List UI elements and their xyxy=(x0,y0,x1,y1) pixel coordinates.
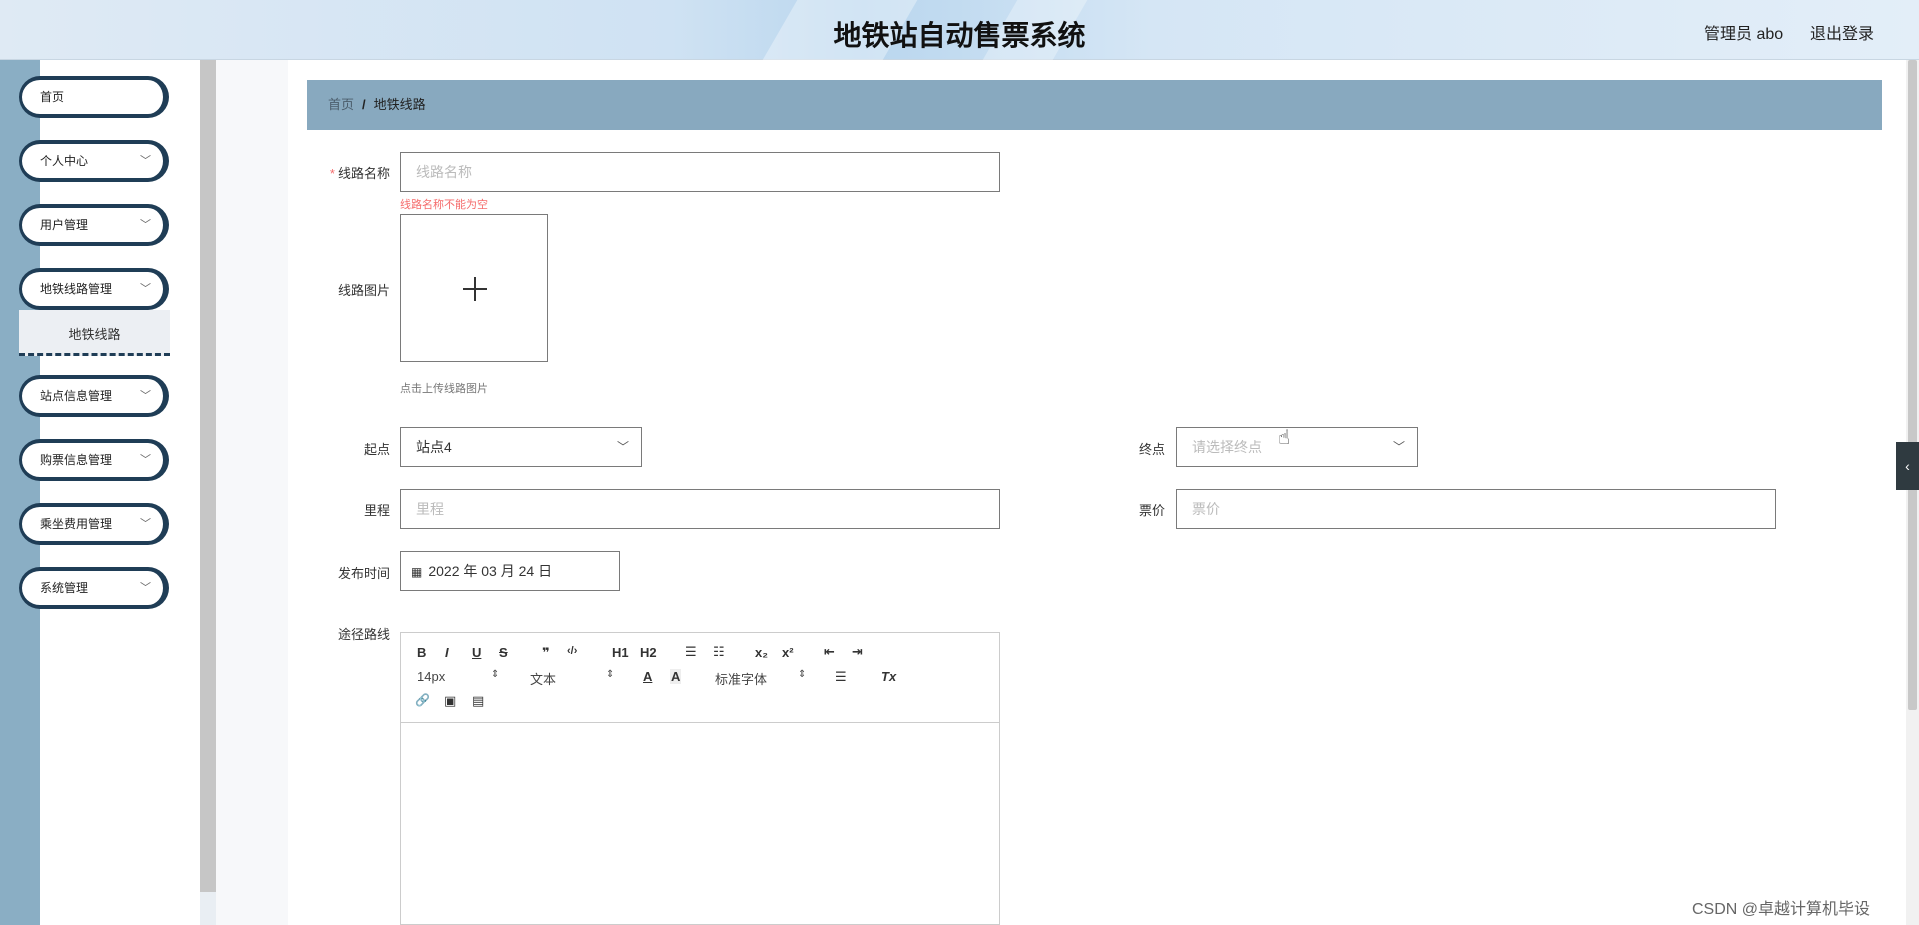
breadcrumb: 首页 / 地铁线路 xyxy=(307,80,1882,130)
end-label: 终点 xyxy=(1138,442,1165,457)
price-input[interactable]: 票价 xyxy=(1176,489,1776,529)
editor-content[interactable] xyxy=(401,723,999,923)
route-label: 途径路线 xyxy=(337,627,390,642)
publish-date-value: 2022 年 03 月 24 日 xyxy=(428,563,553,579)
end-select[interactable]: 请选择终点 ﹀ xyxy=(1176,427,1418,467)
font-color-icon[interactable]: A xyxy=(643,669,652,684)
sidebar-item-label: 购票信息管理 xyxy=(40,453,113,467)
mileage-input[interactable]: 里程 xyxy=(400,489,1000,529)
chevron-down-icon: ﹀ xyxy=(140,518,151,530)
rich-text-editor: B I U S ❞ ‹/› H1 H2 ☰ ☷ x₂ x² ⇤ ⇥ 14px ⇕… xyxy=(400,632,1000,925)
select-arrow-icon: ⇕ xyxy=(491,669,500,680)
logout-link[interactable]: 退出登录 xyxy=(1810,20,1874,44)
editor-toolbar: B I U S ❞ ‹/› H1 H2 ☰ ☷ x₂ x² ⇤ ⇥ 14px ⇕… xyxy=(401,633,999,723)
subscript-button[interactable]: x₂ xyxy=(755,645,768,660)
font-size-select[interactable]: 14px xyxy=(417,669,445,684)
sidebar-item-stations[interactable]: 站点信息管理 ﹀ xyxy=(19,375,169,417)
line-image-label: 线路图片 xyxy=(337,283,390,298)
upload-hint: 点击上传线路图片 xyxy=(400,383,488,395)
outdent-icon[interactable]: ⇤ xyxy=(824,644,835,660)
superscript-button[interactable]: x² xyxy=(782,645,794,660)
line-name-label: * 线路名称 xyxy=(310,163,390,182)
sidebar-item-label: 地铁线路管理 xyxy=(40,282,113,296)
quote-icon[interactable]: ❞ xyxy=(542,645,550,661)
sidebar-subitem-label: 地铁线路 xyxy=(68,327,121,342)
chevron-down-icon: ﹀ xyxy=(140,390,151,402)
font-family-select[interactable]: 标准字体 xyxy=(715,669,767,688)
chevron-down-icon: ﹀ xyxy=(140,454,151,466)
line-name-label-text: 线路名称 xyxy=(337,166,390,181)
end-select-placeholder: 请选择终点 xyxy=(1192,439,1262,455)
page-scrollbar-thumb[interactable] xyxy=(1908,60,1917,710)
italic-button[interactable]: I xyxy=(445,645,449,660)
font-size-value: 14px xyxy=(417,669,446,684)
breadcrumb-current: 地铁线路 xyxy=(373,97,426,112)
sidebar-subitem-subway-line[interactable]: 地铁线路 xyxy=(19,310,170,356)
chevron-down-icon: ﹀ xyxy=(140,219,151,231)
sidebar-item-label: 用户管理 xyxy=(40,218,89,232)
underline-button[interactable]: U xyxy=(472,645,481,660)
watermark: CSDN @卓越计算机毕设 xyxy=(1692,901,1871,918)
breadcrumb-separator: / xyxy=(362,97,366,112)
sidebar-item-users[interactable]: 用户管理 ﹀ xyxy=(19,204,169,246)
line-name-error: 线路名称不能为空 xyxy=(400,199,488,211)
sidebar-item-system[interactable]: 系统管理 ﹀ xyxy=(19,567,169,609)
bold-button[interactable]: B xyxy=(417,645,426,660)
chevron-down-icon: ﹀ xyxy=(140,582,151,594)
text-style-select[interactable]: 文本 xyxy=(530,669,556,688)
chevron-down-icon: ﹀ xyxy=(140,283,151,295)
sidebar-item-fares[interactable]: 乘坐费用管理 ﹀ xyxy=(19,503,169,545)
sidebar-item-label: 首页 xyxy=(40,90,65,104)
chevron-down-icon: ﹀ xyxy=(616,440,629,454)
start-select[interactable]: 站点4 ﹀ xyxy=(400,427,642,467)
select-arrow-icon: ⇕ xyxy=(798,669,807,680)
mileage-label: 里程 xyxy=(363,503,390,518)
ordered-list-icon[interactable]: ☰ xyxy=(685,644,697,660)
sidebar-item-label: 站点信息管理 xyxy=(40,389,113,403)
sidebar-item-label: 乘坐费用管理 xyxy=(40,517,113,531)
sidebar-stripe xyxy=(0,60,40,925)
chevron-down-icon: ﹀ xyxy=(140,155,151,167)
link-icon[interactable]: 🔗 xyxy=(415,693,430,707)
align-icon[interactable]: ☰ xyxy=(835,669,847,685)
chevron-down-icon: ﹀ xyxy=(1392,440,1405,454)
sidebar-item-profile[interactable]: 个人中心 ﹀ xyxy=(19,140,169,182)
select-arrow-icon: ⇕ xyxy=(606,669,615,680)
plus-icon xyxy=(474,277,476,301)
calendar-icon: ▦ xyxy=(411,565,423,579)
bullet-list-icon[interactable]: ☷ xyxy=(713,644,725,660)
publish-date-picker[interactable]: ▦ 2022 年 03 月 24 日 xyxy=(400,551,620,591)
collapse-panel-button[interactable]: ‹ xyxy=(1896,442,1919,490)
video-icon[interactable]: ▤ xyxy=(472,693,484,709)
h1-button[interactable]: H1 xyxy=(612,645,629,660)
publish-time-label: 发布时间 xyxy=(337,566,390,581)
user-label: 管理员 abo xyxy=(1704,26,1784,43)
required-mark: * xyxy=(329,166,335,181)
sidebar-item-tickets[interactable]: 购票信息管理 ﹀ xyxy=(19,439,169,481)
font-family-value: 标准字体 xyxy=(715,672,768,687)
text-style-value: 文本 xyxy=(530,672,557,687)
code-icon[interactable]: ‹/› xyxy=(567,645,577,657)
h2-button[interactable]: H2 xyxy=(640,645,657,660)
top-header: 地铁站自动售票系统 管理员 abo 退出登录 xyxy=(0,0,1919,60)
breadcrumb-home[interactable]: 首页 xyxy=(328,97,354,112)
start-select-value: 站点4 xyxy=(416,439,452,455)
sidebar-item-label: 个人中心 xyxy=(40,154,89,168)
hand-cursor-icon: ☝ xyxy=(1278,427,1291,449)
app-title: 地铁站自动售票系统 xyxy=(833,20,1086,51)
sidebar-item-subway-lines[interactable]: 地铁线路管理 ﹀ xyxy=(19,268,169,310)
clear-format-icon[interactable]: Tx xyxy=(881,669,896,684)
line-name-input[interactable]: 线路名称 xyxy=(400,152,1000,192)
strike-button[interactable]: S xyxy=(499,645,508,660)
sidebar-item-home[interactable]: 首页 xyxy=(19,76,169,118)
sidebar-item-label: 系统管理 xyxy=(40,581,89,595)
background-color-icon[interactable]: A xyxy=(670,669,682,684)
image-icon[interactable]: ▣ xyxy=(444,693,456,709)
indent-icon[interactable]: ⇥ xyxy=(852,644,863,660)
image-upload-button[interactable] xyxy=(400,214,548,362)
sidebar-scrollbar[interactable] xyxy=(200,60,216,892)
start-label: 起点 xyxy=(363,442,390,457)
price-label: 票价 xyxy=(1138,503,1165,518)
